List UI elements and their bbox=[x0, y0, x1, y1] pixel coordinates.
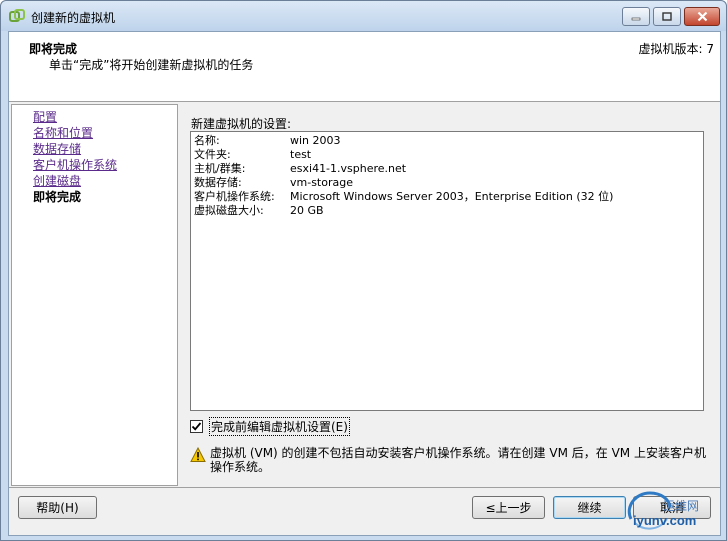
settings-heading: 新建虚拟机的设置: bbox=[191, 117, 292, 131]
settings-key: 虚拟磁盘大小: bbox=[194, 204, 264, 217]
settings-key: 名称: bbox=[194, 134, 220, 147]
wizard-client-area: 即将完成 单击“完成”将开始创建新虚拟机的任务 虚拟机版本: 7 配置 名称和位… bbox=[8, 31, 721, 536]
back-button[interactable]: ≤上一步 bbox=[472, 496, 545, 519]
warning-icon bbox=[190, 446, 206, 463]
nav-item-guest-os[interactable]: 客户机操作系统 bbox=[33, 157, 117, 173]
settings-key: 数据存储: bbox=[194, 176, 242, 189]
maximize-icon bbox=[662, 11, 672, 21]
close-icon bbox=[697, 11, 707, 22]
cancel-button[interactable]: 取消 bbox=[633, 496, 711, 519]
continue-button[interactable]: 继续 bbox=[553, 496, 626, 519]
settings-summary-box: 名称: win 2003 文件夹: test 主机/群集: esxi41-1.v… bbox=[190, 131, 704, 411]
window-title: 创建新的虚拟机 bbox=[31, 11, 116, 25]
wizard-window: 创建新的虚拟机 即将完成 单击“完成”将开始创建新虚拟机的任务 虚拟机版本: 7… bbox=[0, 0, 727, 541]
warning-message: 虚拟机 (VM) 的创建不包括自动安装客户机操作系统。请在创建 VM 后，在 V… bbox=[190, 446, 710, 474]
edit-settings-option[interactable]: 完成前编辑虚拟机设置(E) bbox=[190, 416, 350, 436]
page-title: 即将完成 bbox=[29, 42, 78, 56]
vm-version-label: 虚拟机版本: 7 bbox=[638, 42, 715, 56]
footer-divider bbox=[9, 487, 720, 488]
warning-text: 虚拟机 (VM) 的创建不包括自动安装客户机操作系统。请在创建 VM 后，在 V… bbox=[210, 446, 706, 474]
settings-key: 文件夹: bbox=[194, 148, 231, 161]
edit-settings-checkbox[interactable] bbox=[190, 419, 203, 433]
nav-item-create-disk[interactable]: 创建磁盘 bbox=[33, 173, 81, 189]
settings-value: vm-storage bbox=[290, 176, 353, 189]
nav-item-config[interactable]: 配置 bbox=[33, 109, 57, 125]
settings-value: Microsoft Windows Server 2003，Enterprise… bbox=[290, 190, 614, 203]
vsphere-app-icon bbox=[9, 9, 25, 25]
settings-value: esxi41-1.vsphere.net bbox=[290, 162, 407, 175]
minimize-icon bbox=[631, 17, 641, 20]
minimize-button[interactable] bbox=[622, 7, 650, 26]
nav-item-ready-to-complete: 即将完成 bbox=[33, 190, 82, 204]
nav-item-datastore[interactable]: 数据存储 bbox=[33, 141, 81, 157]
page-subtitle: 单击“完成”将开始创建新虚拟机的任务 bbox=[49, 58, 254, 72]
settings-key: 客户机操作系统: bbox=[194, 190, 275, 203]
wizard-step-nav: 配置 名称和位置 数据存储 客户机操作系统 创建磁盘 即将完成 bbox=[11, 104, 178, 486]
wizard-header: 即将完成 单击“完成”将开始创建新虚拟机的任务 虚拟机版本: 7 bbox=[9, 32, 720, 102]
nav-item-name-location[interactable]: 名称和位置 bbox=[33, 125, 93, 141]
maximize-button[interactable] bbox=[653, 7, 681, 26]
close-button[interactable] bbox=[684, 7, 720, 26]
settings-value: test bbox=[290, 148, 312, 161]
edit-settings-label[interactable]: 完成前编辑虚拟机设置(E) bbox=[209, 416, 350, 436]
main-panel: 新建虚拟机的设置: 名称: win 2003 文件夹: test 主机/群集: … bbox=[180, 104, 718, 486]
settings-value: win 2003 bbox=[290, 134, 341, 147]
help-button[interactable]: 帮助(H) bbox=[18, 496, 97, 519]
title-bar[interactable]: 创建新的虚拟机 bbox=[1, 1, 726, 31]
settings-value: 20 GB bbox=[290, 204, 324, 217]
checkmark-icon bbox=[191, 421, 202, 431]
settings-key: 主机/群集: bbox=[194, 162, 246, 175]
